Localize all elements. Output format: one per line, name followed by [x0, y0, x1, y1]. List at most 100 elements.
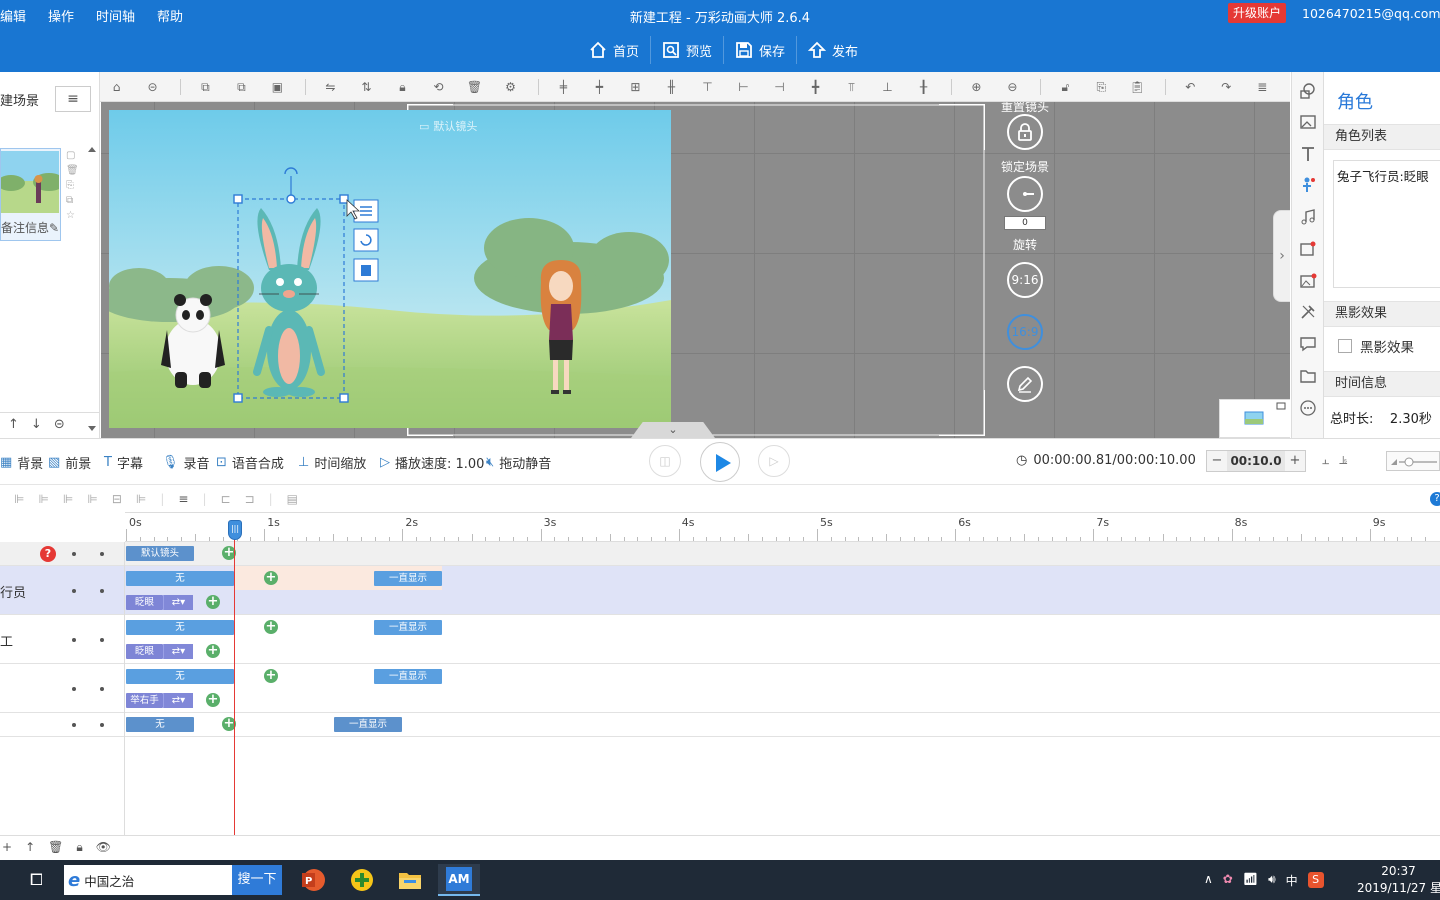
duplicate-scene-icon[interactable]: ▢ [66, 150, 78, 161]
help-icon[interactable]: ? [40, 546, 56, 562]
delete-scene-icon[interactable]: 🗑︎ [66, 165, 79, 176]
role-list[interactable]: 兔子飞行员:眨眼 [1333, 160, 1440, 288]
browser-search-box[interactable]: e 中国之治 [64, 865, 232, 895]
tts-button[interactable]: ⊡ 语音合成 [216, 453, 284, 472]
track-header-worker[interactable]: 工 [0, 615, 124, 664]
align-left-clips-icon[interactable]: ⊫ [14, 492, 24, 506]
preview-button[interactable]: 预览 [650, 36, 723, 64]
canvas-area[interactable]: ▭ 默认镜头 重置镜头 锁定场景 0 旋转 9:16 16:9 ⌄ [101, 102, 1290, 438]
edit-camera-button[interactable] [1007, 366, 1043, 402]
align-start-icon[interactable]: ⊫ [63, 492, 73, 506]
camera-label[interactable]: ▭ 默认镜头 [419, 118, 477, 134]
lock-dot[interactable] [100, 638, 104, 642]
track-worker[interactable]: 无 + 一直显示 眨眼 ⇄▾ + [125, 615, 1440, 664]
camera-clip[interactable]: 默认镜头 [126, 546, 194, 561]
timeline-zoom-slider[interactable] [1386, 451, 1440, 471]
delete-track-icon[interactable]: 🗑︎ [48, 840, 63, 855]
align-top-icon[interactable]: ⊤ [699, 79, 716, 95]
home-view-icon[interactable]: ⌂ [108, 79, 125, 95]
music-icon[interactable] [1299, 208, 1317, 226]
task-view-icon[interactable]: ⧠ [30, 870, 43, 890]
playback-speed-button[interactable]: ▷ 播放速度: 1.00 [380, 453, 484, 472]
move-up-icon[interactable]: ↑ [8, 417, 19, 432]
delete-icon[interactable]: 🗑︎ [466, 79, 483, 95]
flip-horizontal-icon[interactable]: ⇋ [322, 79, 339, 95]
expand-timeline-icon[interactable]: ⫡ [1339, 453, 1347, 468]
ratio-9-16-button[interactable]: 9:16 [1007, 262, 1043, 298]
flower-icon[interactable]: ✿ [1223, 872, 1233, 889]
add-keyframe-icon[interactable]: + [206, 693, 220, 707]
scene-thumbnail[interactable]: 备注信息✎ [0, 148, 61, 241]
add-keyframe-icon[interactable]: + [206, 595, 220, 609]
flip-vertical-icon[interactable]: ⇅ [358, 79, 375, 95]
lock-dot[interactable] [100, 687, 104, 691]
group-icon[interactable]: ⊞ [627, 79, 644, 95]
send-backward-icon[interactable]: ⧉ [233, 79, 250, 95]
align-left-icon[interactable]: ⊢ [735, 79, 752, 95]
folder-icon[interactable] [1299, 367, 1317, 385]
align-bottom-icon[interactable]: ⊥ [879, 79, 896, 95]
align-right-clips-icon[interactable]: ⊫ [38, 492, 48, 506]
wifi-icon[interactable]: 📶︎ [1243, 872, 1258, 889]
expand-panel-toggle[interactable]: › [1273, 210, 1290, 302]
exit-clip[interactable]: 一直显示 [374, 571, 442, 586]
text-icon[interactable] [1299, 145, 1317, 163]
scene-scrollbar[interactable] [86, 144, 98, 434]
align-vcenter-icon[interactable]: ╂ [915, 79, 932, 95]
character-icon[interactable] [1299, 176, 1317, 194]
align-middle-icon[interactable]: ╋ [807, 79, 824, 95]
enter-clip[interactable]: 无 [126, 669, 234, 684]
move-track-up-icon[interactable]: ↑ [25, 840, 35, 855]
align-top-edge-icon[interactable]: ⫪ [843, 79, 860, 95]
mute-drag-button[interactable]: 🔇︎ 拖动静音 [486, 453, 551, 472]
file-explorer-app[interactable] [389, 864, 431, 896]
lock-camera-button[interactable] [1007, 114, 1043, 150]
tools-icon[interactable] [1299, 303, 1317, 321]
move-down-icon[interactable]: ↓ [31, 417, 42, 432]
loop-dropdown[interactable]: ⇄▾ [163, 595, 193, 610]
lock-dot[interactable] [100, 552, 104, 556]
minimap[interactable] [1219, 399, 1290, 438]
shift-right-icon[interactable]: ⊐ [245, 492, 255, 506]
visibility-dot[interactable] [72, 552, 76, 556]
add-keyframe-icon[interactable]: + [264, 571, 278, 585]
zoom-in-icon[interactable]: ⊕ [968, 79, 985, 95]
visibility-dot[interactable] [72, 638, 76, 642]
track-header-woman[interactable] [0, 664, 124, 713]
clip-settings-icon[interactable]: ▤ [287, 492, 298, 506]
lock-icon[interactable]: 🔒︎ [394, 79, 411, 95]
loop-dropdown[interactable]: ⇄▾ [163, 644, 193, 659]
action-clip[interactable]: 举右手 [126, 693, 163, 708]
info-icon[interactable]: ? [1430, 491, 1440, 506]
redo-icon[interactable]: ↷ [1218, 79, 1235, 95]
account-email[interactable]: 1026470215@qq.com [1302, 6, 1440, 21]
exit-clip[interactable]: 一直显示 [374, 620, 442, 635]
bring-front-icon[interactable]: ▣ [269, 79, 286, 95]
more-options-icon[interactable]: ⊝ [54, 417, 65, 432]
align-end-icon[interactable]: ⊫ [87, 492, 97, 506]
duration-decrease-button[interactable]: − [1207, 451, 1227, 471]
volume-icon[interactable]: 🔊︎ [1268, 872, 1276, 889]
play-button[interactable] [700, 442, 740, 482]
lock-dot[interactable] [100, 589, 104, 593]
sogou-icon[interactable]: S [1307, 872, 1324, 888]
new-scene-button[interactable]: 建场景 [0, 90, 39, 109]
action-clip[interactable]: 眨眼 [126, 644, 163, 659]
foreground-button[interactable]: ▧ 前景 [48, 453, 91, 472]
playhead-handle[interactable]: ||| [228, 520, 242, 540]
history-icon[interactable]: ≣ [1254, 79, 1271, 95]
duration-value[interactable]: 00:10.0 [1227, 451, 1285, 471]
record-button[interactable]: 🎙︎ 录音 [162, 453, 210, 472]
add-keyframe-icon[interactable]: + [264, 620, 278, 634]
track-area[interactable]: 默认镜头 + 无 + 一直显示 眨眼 ⇄▾ + 无 + 一直显示 眨眼 ⇄▾ +… [125, 542, 1440, 835]
lock-track-icon[interactable]: 🔒︎ [76, 840, 82, 855]
add-keyframe-icon[interactable]: + [206, 644, 220, 658]
visibility-dot[interactable] [72, 589, 76, 593]
special-effect-icon[interactable] [1299, 240, 1317, 258]
chevron-up-icon[interactable]: ∧ [1204, 872, 1213, 889]
exit-clip[interactable]: 一直显示 [374, 669, 442, 684]
spread-icon[interactable]: ⊟ [112, 492, 122, 506]
more-icon[interactable] [1299, 399, 1317, 417]
shadow-checkbox[interactable] [1338, 339, 1352, 353]
prev-frame-button[interactable]: ◫ [649, 445, 681, 477]
